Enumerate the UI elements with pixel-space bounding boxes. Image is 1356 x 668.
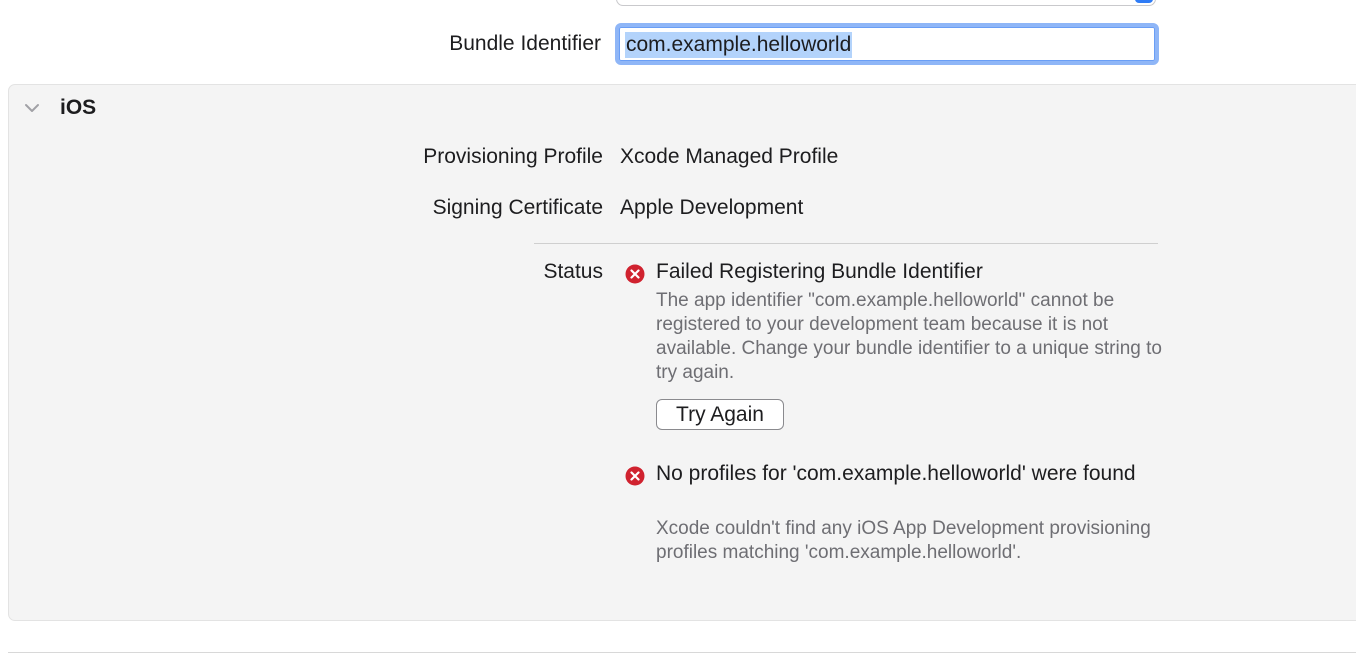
section-divider <box>534 243 1158 244</box>
error-x-icon <box>625 264 645 284</box>
signing-certificate-value: Apple Development <box>620 196 804 219</box>
ios-section-title[interactable]: iOS <box>60 96 96 120</box>
signing-certificate-label: Signing Certificate <box>432 196 603 219</box>
bundle-identifier-value[interactable]: com.example.helloworld <box>625 32 853 58</box>
signing-settings-page: Bundle Identifier com.example.helloworld… <box>0 0 1356 668</box>
error-title: No profiles for 'com.example.helloworld'… <box>656 462 1136 485</box>
chevron-down-icon[interactable] <box>24 100 40 116</box>
bundle-identifier-label: Bundle Identifier <box>449 32 601 55</box>
popup-chevron-icon <box>1135 0 1153 3</box>
error-x-icon <box>625 466 645 486</box>
try-again-button[interactable]: Try Again <box>656 399 784 430</box>
error-description: Xcode couldn't find any iOS App Developm… <box>656 518 1151 563</box>
provisioning-profile-label: Provisioning Profile <box>423 145 603 168</box>
team-popup-button[interactable] <box>616 0 1156 6</box>
status-label: Status <box>543 260 603 283</box>
provisioning-profile-value: Xcode Managed Profile <box>620 145 839 168</box>
error-title: Failed Registering Bundle Identifier <box>656 260 983 283</box>
bundle-identifier-field[interactable]: com.example.helloworld <box>615 23 1159 65</box>
bottom-divider <box>8 652 1356 653</box>
error-description: The app identifier "com.example.hellowor… <box>656 290 1162 383</box>
